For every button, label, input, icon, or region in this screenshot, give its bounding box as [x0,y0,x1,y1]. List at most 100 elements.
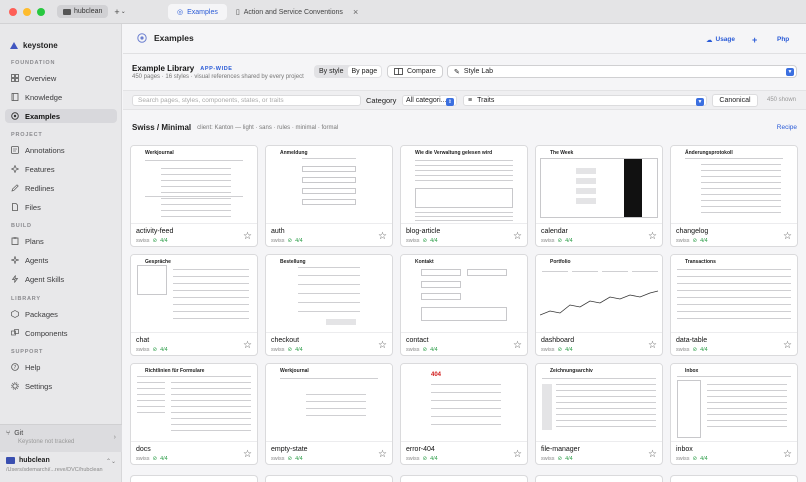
new-tab-button[interactable]: + ⌄ [114,7,125,17]
sidebar-item-components[interactable]: Components [5,326,117,340]
add-button[interactable]: + [752,33,757,46]
thumbnail-title: Richtlinien für Formulare [145,368,205,374]
tab-examples[interactable]: ◎ Examples [168,4,227,20]
php-button[interactable]: Php [777,33,789,46]
workspace-chip[interactable]: hubclean [57,5,109,18]
sidebar-item-examples[interactable]: Examples [5,109,117,123]
example-card[interactable]: Änderungsprotokoll changelog swiss ⊘ 4/4 ☆ [670,145,798,247]
compare-button[interactable]: Compare [387,65,443,78]
canonical-toggle[interactable]: Canonical [712,94,758,107]
sidebar-item-overview[interactable]: Overview [5,71,117,85]
tab-label: Action and Service Conventions [243,8,343,16]
example-card[interactable]: Kontakt contact swiss ⊘ 4/4 ☆ [400,254,528,356]
by-page-button[interactable]: By page [347,66,382,77]
card-thumbnail[interactable]: The Week [536,146,662,224]
star-icon[interactable]: ☆ [783,341,792,351]
card-style: swiss [271,347,285,353]
star-icon[interactable]: ☆ [648,341,657,351]
thumb-shape [302,166,356,172]
star-icon[interactable]: ☆ [243,232,252,242]
card-thumbnail[interactable]: Werkjournal [131,146,257,224]
git-panel[interactable]: ⑂ Git Keystone not tracked › [0,424,122,452]
card-thumbnail[interactable]: Gespräche [131,255,257,333]
star-icon[interactable]: ☆ [513,450,522,460]
star-icon[interactable]: ☆ [783,232,792,242]
star-icon[interactable]: ☆ [378,341,387,351]
sidebar-item-label: Settings [25,381,53,391]
search-input[interactable]: Search pages, styles, components, states… [132,95,361,106]
example-card[interactable]: Gespräche chat swiss ⊘ 4/4 ☆ [130,254,258,356]
style-lab-select[interactable]: ✎ Style Lab ▼ [447,65,797,78]
example-card[interactable]: Transactions data-table swiss ⊘ 4/4 ☆ [670,254,798,356]
card-meta: swiss ⊘ 4/4 [136,238,168,244]
example-card[interactable]: Richtlinien für Formulare docs swiss ⊘ 4/4 ☆ [130,363,258,465]
sidebar-item-agents[interactable]: Agents [5,253,117,267]
project-switcher[interactable]: hubclean /Users/sdemarchi/...reve/DVC/hu… [0,453,122,482]
thumb-shape [415,180,513,181]
example-card[interactable]: The Week calendar swiss ⊘ 4/4 ☆ [535,145,663,247]
star-icon[interactable]: ☆ [648,232,657,242]
tab-action-service-conventions[interactable]: ▯ Action and Service Conventions × [227,4,367,20]
card-thumbnail[interactable]: Portfolio [536,255,662,333]
example-card[interactable]: Inbox inbox swiss ⊘ 4/4 ☆ [670,363,798,465]
card-thumbnail[interactable]: Bestellung [266,255,392,333]
example-card[interactable]: Wie die Verwaltung gelesen wird blog-arti… [400,145,528,247]
star-icon[interactable]: ☆ [243,450,252,460]
usage-button[interactable]: ☁ Usage [706,33,735,46]
card-thumbnail[interactable]: Werkjournal [266,364,392,442]
thumb-shape [302,199,356,205]
star-icon[interactable]: ☆ [783,450,792,460]
section-support: SUPPORT [11,349,44,355]
card-thumbnail[interactable]: Anmeldung [266,146,392,224]
card-thumbnail[interactable]: Wie die Verwaltung gelesen wird [401,146,527,224]
card-thumbnail[interactable]: Änderungsprotokoll [671,146,797,224]
star-icon[interactable]: ☆ [513,341,522,351]
traits-select[interactable]: ≡ Traits ▼ [463,95,707,106]
minimize-window-button[interactable] [23,7,31,16]
category-select[interactable]: All categori... ⇕ [402,95,457,106]
sidebar-item-plans[interactable]: Plans [5,234,117,248]
star-icon[interactable]: ☆ [513,232,522,242]
recipe-link[interactable]: Recipe [777,124,797,131]
sidebar-item-help[interactable]: ? Help [5,360,117,374]
check-circle-icon: ⊘ [557,456,563,462]
thumb-shape [556,390,656,391]
star-icon[interactable]: ☆ [243,341,252,351]
sidebar-item-annotations[interactable]: Annotations [5,143,117,157]
sidebar-item-features[interactable]: Features [5,162,117,176]
card-thumbnail[interactable]: Inbox [671,364,797,442]
example-card[interactable]: Portfolio dashboard swiss ⊘ 4/4 ☆ [535,254,663,356]
card-thumbnail[interactable]: Kontakt [401,255,527,333]
star-icon[interactable]: ☆ [378,450,387,460]
close-tab-icon[interactable]: × [353,7,358,17]
sidebar-item-files[interactable]: Files [5,200,117,214]
example-card[interactable]: Bestellung checkout swiss ⊘ 4/4 ☆ [265,254,393,356]
sidebar-item-knowledge[interactable]: Knowledge [5,90,117,104]
example-card[interactable]: Zeichnungsarchiv file-manager swiss ⊘ 4/4 ☆ [535,363,663,465]
star-icon[interactable]: ☆ [378,232,387,242]
sidebar-item-redlines[interactable]: Redlines [5,181,117,195]
sidebar-item-label: Annotations [25,145,65,155]
gear-icon [11,382,19,390]
sidebar-item-agent-skills[interactable]: Agent Skills [5,272,117,286]
check-circle-icon: ⊘ [152,347,158,353]
star-icon[interactable]: ☆ [648,450,657,460]
zoom-window-button[interactable] [37,7,45,16]
example-card[interactable]: Werkjournal activity-feed swiss ⊘ 4/4 ☆ [130,145,258,247]
card-thumbnail[interactable]: Richtlinien für Formulare [131,364,257,442]
by-style-button[interactable]: By style [315,66,348,77]
card-style: swiss [541,456,555,462]
card-thumbnail[interactable]: Transactions [671,255,797,333]
close-window-button[interactable] [9,7,17,16]
example-card[interactable]: Werkjournal empty-state swiss ⊘ 4/4 ☆ [265,363,393,465]
sidebar-item-settings[interactable]: Settings [5,379,117,393]
thumb-shape [173,304,249,305]
folder-icon [63,8,71,15]
card-thumbnail[interactable]: 404 [401,364,527,442]
example-card[interactable]: 404 error-404 swiss ⊘ 4/4 ☆ [400,363,528,465]
card-thumbnail[interactable]: Zeichnungsarchiv [536,364,662,442]
example-card[interactable]: Anmeldung auth swiss ⊘ 4/4 ☆ [265,145,393,247]
thumb-shape [701,164,781,165]
thumb-shape [171,382,251,383]
sidebar-item-packages[interactable]: Packages [5,307,117,321]
